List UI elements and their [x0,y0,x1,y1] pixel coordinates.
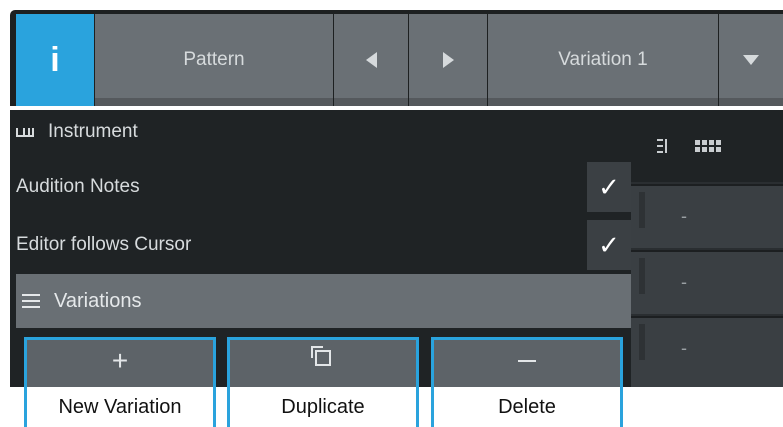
variation-label: Variation 1 [558,49,648,70]
variation-dropdown-button[interactable] [719,14,783,106]
toolbar-divider [95,98,333,106]
instrument-row[interactable]: Instrument [16,110,631,154]
variation-lane[interactable]: - [631,250,783,314]
inspector-panel: Instrument Audition Notes ✓ Editor follo… [10,110,631,397]
arrow-left-icon [365,52,377,68]
pattern-label: Pattern [183,49,245,70]
plus-icon: + [111,345,129,376]
arrow-right-icon [442,52,454,68]
audition-notes-checkbox[interactable]: ✓ [587,162,631,212]
audition-notes-label: Audition Notes [16,176,140,197]
toolbar-divider [409,98,487,106]
chevron-down-icon [743,55,759,65]
lane-value: - [681,272,687,292]
callout-labels: New Variation Duplicate Delete [10,387,783,427]
duplicate-callout: Duplicate [227,387,419,427]
editor-follows-cursor-checkbox[interactable]: ✓ [587,220,631,270]
next-variation-button[interactable] [409,14,487,106]
info-button[interactable]: i [16,14,94,106]
variation-lane[interactable]: - [631,316,783,387]
variation-lanes-panel: - - - [631,110,783,387]
variation-selector[interactable]: Variation 1 [488,14,718,106]
new-variation-callout: New Variation [24,387,216,427]
editor-follows-cursor-row: Editor follows Cursor ✓ [16,220,631,270]
minus-icon [518,360,536,362]
lane-handle [639,324,645,360]
toolbar-divider [488,98,718,106]
lane-handle [639,258,645,294]
lanes-toolbar [631,110,783,182]
toolbar-divider [719,98,783,106]
variation-lane[interactable]: - [631,184,783,248]
lane-value: - [681,206,687,226]
grid-icon[interactable] [695,139,723,153]
audition-notes-row: Audition Notes ✓ [16,162,631,212]
duplicate-icon [311,346,331,366]
toolbar-divider [334,98,408,106]
instrument-label: Instrument [48,121,138,142]
editor-follows-cursor-label: Editor follows Cursor [16,234,192,255]
info-icon: i [50,40,60,79]
pattern-button[interactable]: Pattern [95,14,333,106]
variations-header[interactable]: Variations [16,274,631,328]
lane-handle [639,192,645,228]
align-icon[interactable] [657,139,667,153]
delete-callout: Delete [431,387,623,427]
menu-icon [22,294,40,308]
pattern-editor-window: i Pattern Variation 1 Instrument Auditio… [10,10,783,427]
variations-label: Variations [54,289,142,312]
piano-keys-icon [16,127,34,137]
toolbar: i Pattern Variation 1 [10,10,783,106]
previous-variation-button[interactable] [334,14,408,106]
lane-value: - [681,338,687,358]
